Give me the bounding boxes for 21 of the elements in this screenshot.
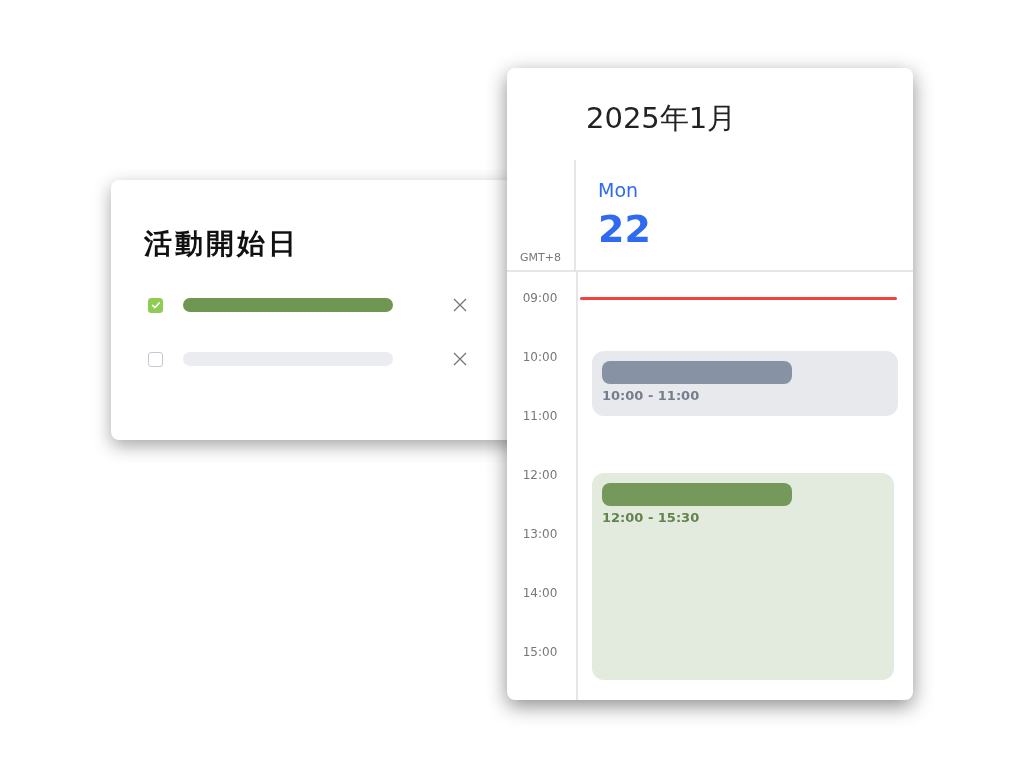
weekday-label: Mon [598,178,640,202]
close-icon[interactable] [453,352,467,366]
hour-label: 10:00 [521,350,559,364]
hour-label: 09:00 [521,291,559,305]
event-block[interactable]: 10:00 - 11:00 [592,351,898,416]
date-number: 22 [598,206,651,252]
checkbox[interactable] [148,351,163,367]
timezone-label: GMT+8 [520,251,561,264]
close-icon[interactable] [453,298,467,312]
event-time: 10:00 - 11:00 [602,388,700,404]
month-title: 2025年1月 [585,100,738,137]
hour-label: 13:00 [521,527,559,541]
hour-label: 12:00 [521,468,559,482]
check-icon [149,299,162,311]
hour-label: 14:00 [521,586,559,600]
checkbox[interactable] [148,297,163,313]
hour-label: 11:00 [521,409,559,423]
card-title: 活動開始日 [144,226,300,262]
hour-label: 15:00 [521,645,559,659]
event-time: 12:00 - 15:30 [602,510,700,526]
event-block[interactable]: 12:00 - 15:30 [592,473,894,680]
